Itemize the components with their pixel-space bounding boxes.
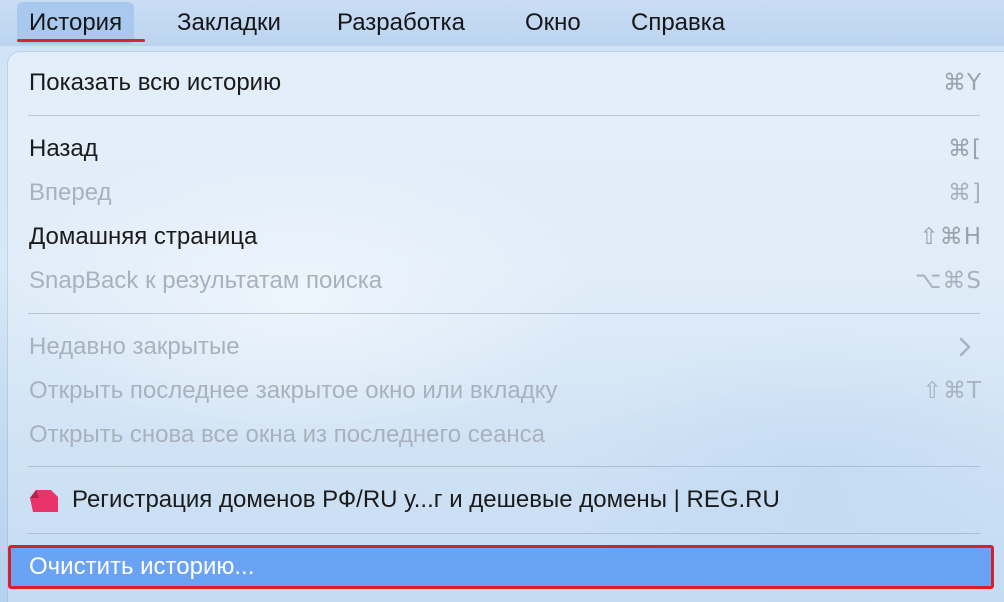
menu-item-label: Регистрация доменов РФ/RU у...г и дешевы… — [72, 486, 780, 513]
menu-item-label: Очистить историю... — [29, 553, 255, 580]
menubar-item-help[interactable]: Справка — [619, 2, 737, 44]
menu-item-home-page[interactable]: Домашняя страница ⇧⌘H — [8, 216, 996, 258]
menu-item-shortcut: ⌘Y — [942, 70, 982, 96]
menu-item-history-entry[interactable]: Регистрация доменов РФ/RU у...г и дешевы… — [8, 479, 996, 521]
menubar-item-label: Справка — [631, 9, 726, 36]
chevron-right-icon — [959, 337, 971, 357]
menu-item-label: SnapBack к результатам поиска — [29, 267, 383, 294]
menubar-item-label: Окно — [525, 9, 581, 36]
menu-separator — [28, 466, 980, 467]
menu-item-recently-closed: Недавно закрытые — [8, 326, 996, 368]
menubar-item-history[interactable]: История — [17, 2, 135, 44]
menu-item-snapback: SnapBack к результатам поиска ⌥⌘S — [8, 260, 996, 302]
menu-item-show-all-history[interactable]: Показать всю историю ⌘Y — [8, 62, 996, 104]
menu-item-shortcut: ⇧⌘H — [919, 224, 982, 250]
reg-ru-favicon-icon — [30, 490, 58, 512]
menu-separator — [28, 533, 980, 534]
menu-separator — [28, 115, 980, 116]
menubar-item-label: Закладки — [177, 9, 281, 36]
menu-item-shortcut: ⌥⌘S — [914, 268, 982, 294]
menubar-item-bookmarks[interactable]: Закладки — [165, 2, 293, 44]
menu-item-label: Недавно закрытые — [29, 333, 240, 360]
menu-bar: История Закладки Разработка Окно Справка — [0, 0, 1004, 46]
menu-item-label: Открыть последнее закрытое окно или вкла… — [29, 377, 558, 404]
menu-item-shortcut: ⌘[ — [948, 136, 982, 162]
menu-item-label: Открыть снова все окна из последнего сеа… — [29, 421, 546, 448]
menubar-item-window[interactable]: Окно — [513, 2, 593, 44]
menu-item-back[interactable]: Назад ⌘[ — [8, 128, 996, 170]
menu-item-shortcut: ⌘] — [948, 180, 982, 206]
menubar-item-label: История — [29, 9, 123, 36]
history-menu: Показать всю историю ⌘Y Назад ⌘[ Вперед … — [8, 52, 1004, 602]
menubar-item-label: Разработка — [337, 9, 465, 36]
menu-item-shortcut: ⇧⌘T — [922, 378, 982, 404]
menu-item-label: Вперед — [29, 179, 112, 206]
menu-item-reopen-all-windows: Открыть снова все окна из последнего сеа… — [8, 414, 996, 456]
menu-item-forward: Вперед ⌘] — [8, 172, 996, 214]
menu-separator — [28, 313, 980, 314]
menu-item-label: Назад — [29, 135, 98, 162]
menu-item-clear-history[interactable]: Очистить историю... — [8, 545, 994, 589]
menu-item-label: Домашняя страница — [29, 223, 258, 250]
history-annotation-underline — [17, 39, 145, 42]
menu-item-label: Показать всю историю — [29, 69, 282, 96]
menubar-item-develop[interactable]: Разработка — [325, 2, 477, 44]
menu-item-reopen-last-closed: Открыть последнее закрытое окно или вкла… — [8, 370, 996, 412]
